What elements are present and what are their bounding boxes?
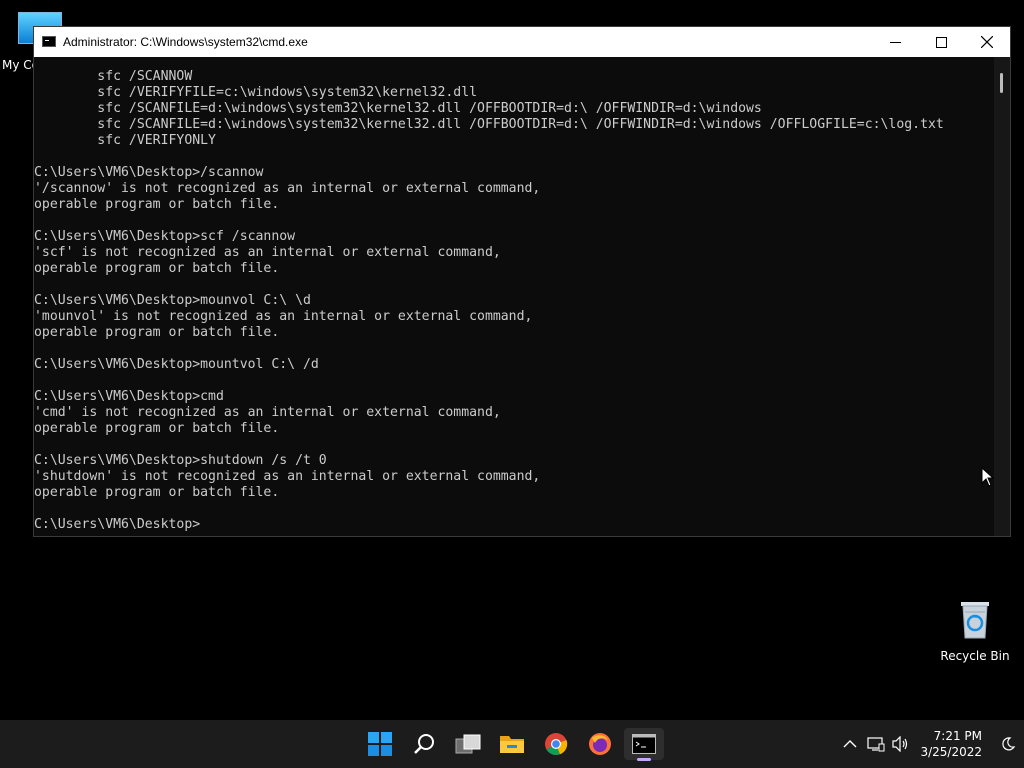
desktop-icon-recycle-bin[interactable]: Recycle Bin [940, 596, 1010, 663]
clock[interactable]: 7:21 PM 3/25/2022 [920, 728, 982, 760]
task-view-icon [455, 734, 481, 754]
terminal-line: C:\Users\VM6\Desktop>mounvol C:\ \d [34, 293, 311, 308]
vertical-scrollbar[interactable] [994, 57, 1010, 536]
terminal-line: operable program or batch file. [34, 421, 280, 436]
terminal-line: C:\Users\VM6\Desktop>scf /scannow [34, 229, 296, 244]
window-title: Administrator: C:\Windows\system32\cmd.e… [63, 35, 308, 49]
minimize-icon [889, 41, 901, 43]
terminal-line: C:\Users\VM6\Desktop> [34, 517, 201, 532]
terminal-taskbar-button[interactable] [624, 728, 664, 761]
active-indicator [637, 758, 651, 761]
maximize-button[interactable] [918, 27, 964, 57]
mouse-pointer-icon [981, 467, 995, 487]
firefox-button[interactable] [580, 728, 620, 760]
recycle-bin-icon [961, 602, 989, 639]
terminal-line: C:\Users\VM6\Desktop>/scannow [34, 165, 264, 180]
terminal-line: 'mounvol' is not recognized as an intern… [34, 309, 533, 324]
volume-icon [892, 736, 908, 752]
terminal-line: operable program or batch file. [34, 325, 280, 340]
maximize-icon [935, 36, 947, 48]
window-titlebar[interactable]: Administrator: C:\Windows\system32\cmd.e… [34, 27, 1010, 57]
terminal-line: operable program or batch file. [34, 197, 280, 212]
terminal-line: operable program or batch file. [34, 485, 280, 500]
terminal-line: sfc /VERIFYFILE=c:\windows\system32\kern… [34, 85, 478, 100]
terminal-line: 'shutdown' is not recognized as an inter… [34, 469, 541, 484]
terminal-line: sfc /SCANFILE=d:\windows\system32\kernel… [34, 117, 944, 132]
terminal-line: C:\Users\VM6\Desktop>cmd [34, 389, 224, 404]
terminal-line: sfc /SCANNOW [34, 69, 193, 84]
terminal-line: operable program or batch file. [34, 261, 280, 276]
terminal-output[interactable]: sfc /SCANNOW sfc /VERIFYFILE=c:\windows\… [34, 57, 994, 536]
terminal-line: sfc /SCANFILE=d:\windows\system32\kernel… [34, 101, 762, 116]
scrollbar-thumb[interactable] [1000, 73, 1003, 93]
volume-button[interactable] [890, 735, 910, 753]
terminal-text: sfc /SCANNOW sfc /VERIFYFILE=c:\windows\… [34, 57, 994, 533]
start-icon [368, 732, 392, 756]
system-tray: 7:21 PM 3/25/2022 [824, 720, 1024, 768]
network-button[interactable] [866, 735, 886, 753]
minimize-button[interactable] [872, 27, 918, 57]
firefox-icon [589, 733, 611, 755]
close-icon [981, 36, 993, 48]
close-button[interactable] [964, 27, 1010, 57]
terminal-line: sfc /VERIFYONLY [34, 133, 216, 148]
terminal-line: 'scf' is not recognized as an internal o… [34, 245, 501, 260]
chevron-up-icon [843, 740, 857, 748]
terminal-icon [632, 734, 656, 754]
desktop-icon-label: Recycle Bin [940, 649, 1010, 663]
taskbar: 7:21 PM 3/25/2022 [0, 720, 1024, 768]
clock-date: 3/25/2022 [920, 745, 982, 759]
terminal-line: 'cmd' is not recognized as an internal o… [34, 405, 501, 420]
cmd-app-icon [42, 36, 56, 47]
file-explorer-button[interactable] [492, 728, 532, 760]
search-button[interactable] [404, 728, 444, 760]
chrome-button[interactable] [536, 728, 576, 760]
focus-assist-button[interactable] [998, 735, 1018, 753]
start-button[interactable] [360, 728, 400, 760]
task-view-button[interactable] [448, 728, 488, 760]
network-icon [867, 737, 885, 752]
search-icon [414, 734, 434, 754]
terminal-line: C:\Users\VM6\Desktop>shutdown /s /t 0 [34, 453, 327, 468]
terminal-line: '/scannow' is not recognized as an inter… [34, 181, 541, 196]
terminal-line: C:\Users\VM6\Desktop>mountvol C:\ /d [34, 357, 319, 372]
show-hidden-icons-button[interactable] [840, 735, 860, 753]
chrome-icon [545, 733, 568, 755]
file-explorer-icon [500, 736, 524, 753]
cmd-window[interactable]: Administrator: C:\Windows\system32\cmd.e… [33, 26, 1011, 537]
moon-icon [1002, 737, 1016, 751]
clock-time: 7:21 PM [933, 729, 982, 743]
